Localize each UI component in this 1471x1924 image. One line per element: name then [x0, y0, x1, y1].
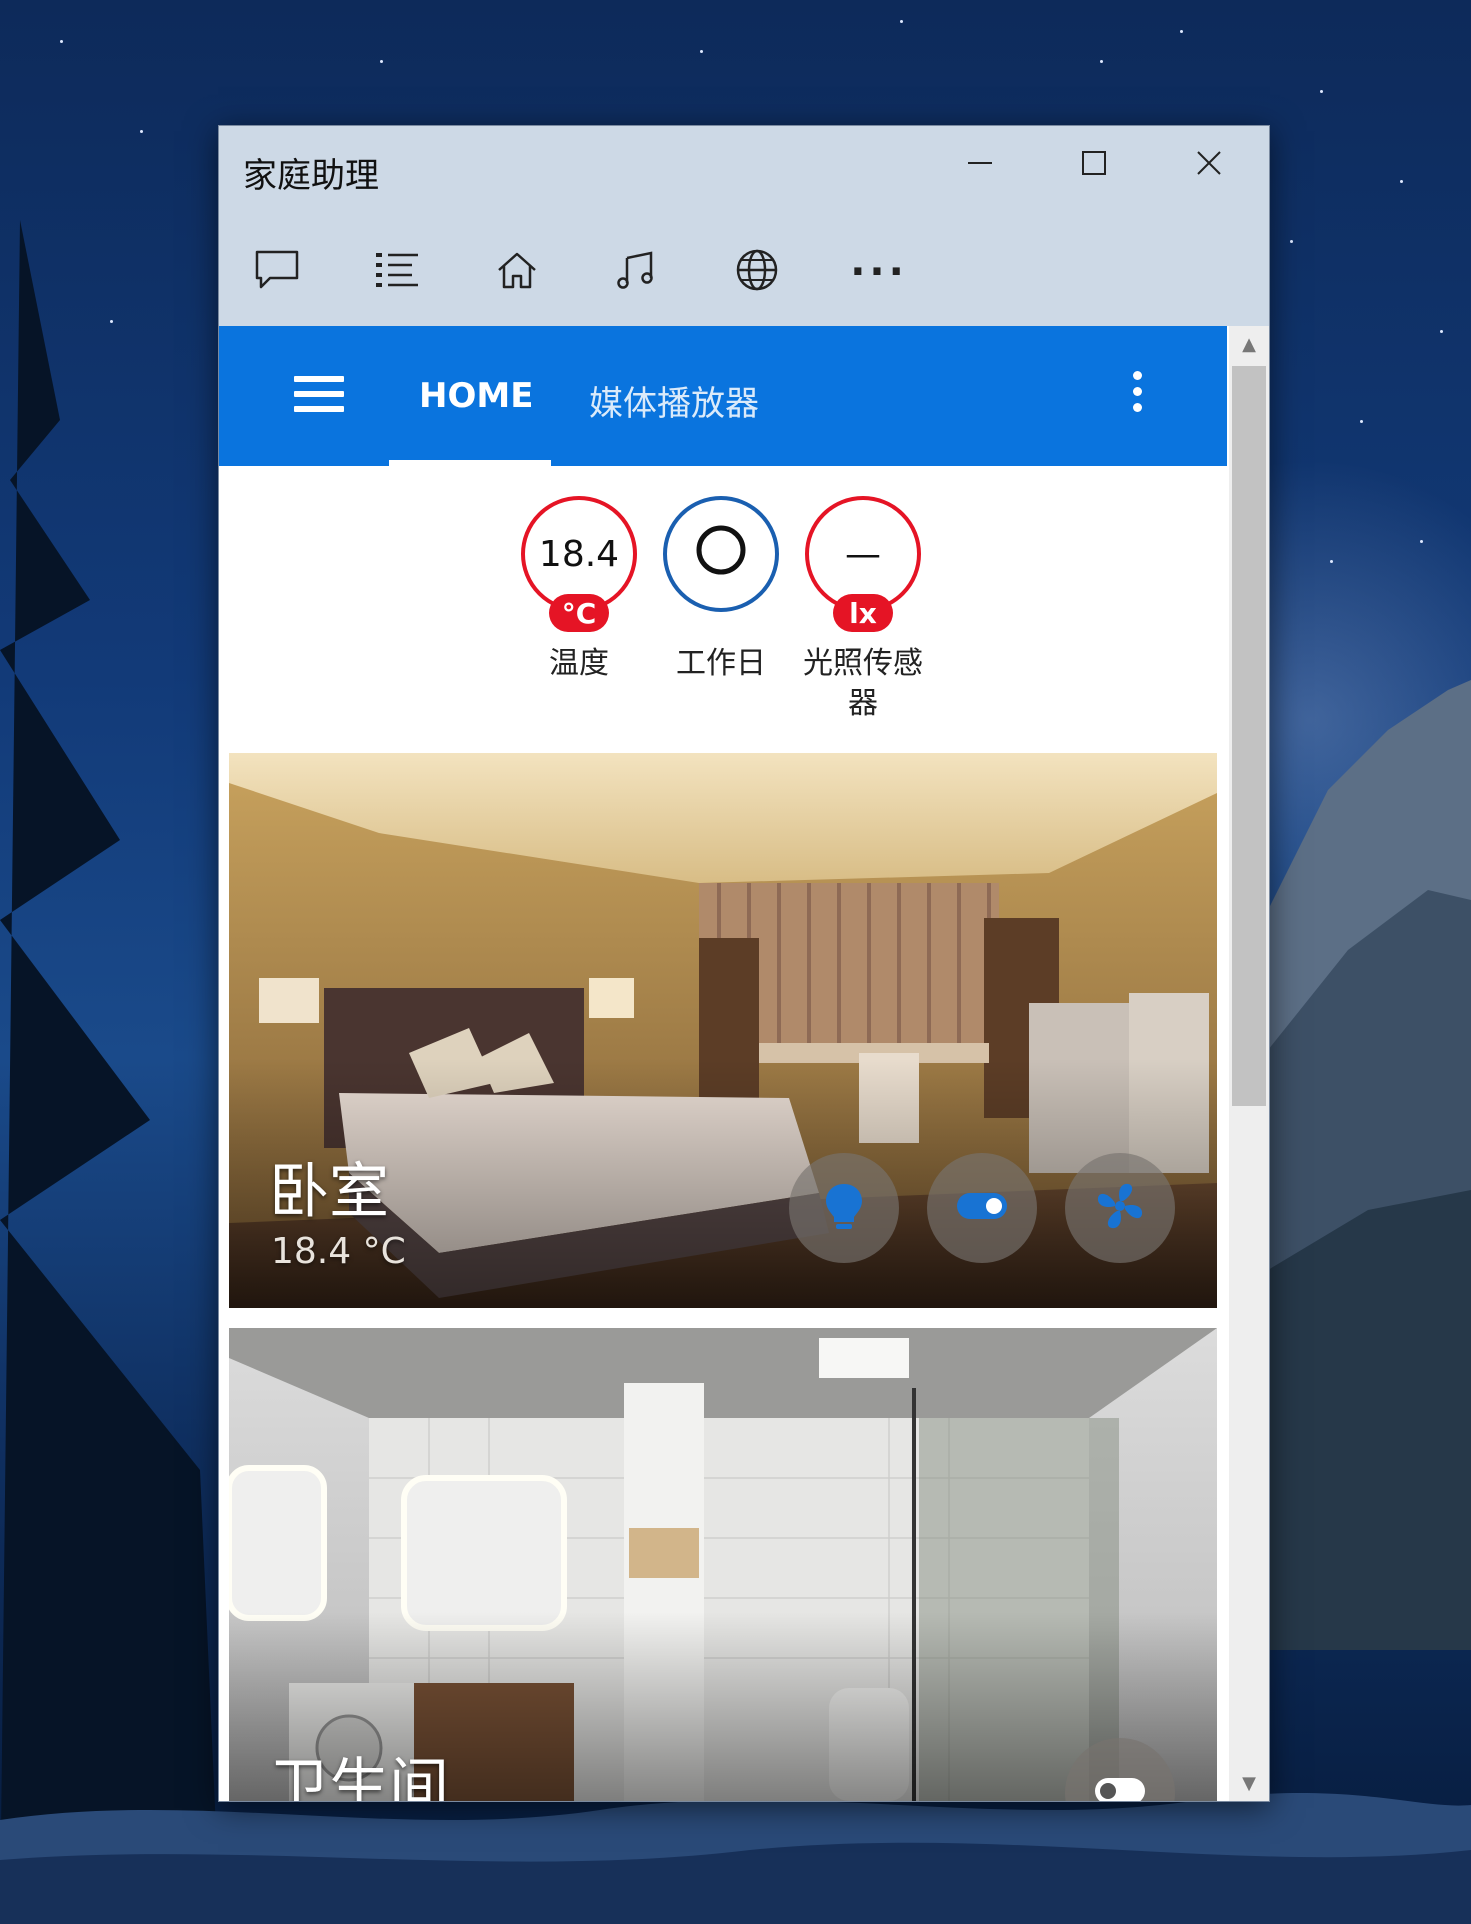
workday-badge[interactable]	[663, 496, 779, 612]
room-name: 卧室	[269, 1157, 389, 1227]
scroll-down-icon[interactable]: ▼	[1229, 1765, 1269, 1801]
home-button[interactable]	[477, 234, 557, 310]
badge-label: 工作日	[676, 646, 766, 681]
menu-icon	[294, 376, 344, 382]
list-button[interactable]	[357, 234, 437, 310]
toggle-icon	[1093, 1776, 1147, 1801]
room-temperature: 18.4 °C	[271, 1231, 406, 1272]
close-button[interactable]	[1164, 136, 1254, 196]
maximize-button[interactable]	[1049, 136, 1139, 196]
badge-unit: °C	[549, 594, 609, 632]
scroll-up-icon[interactable]: ▲	[1229, 326, 1269, 362]
room-card-bathroom[interactable]: 卫生间	[229, 1328, 1217, 1801]
overflow-menu-button[interactable]	[1127, 371, 1147, 421]
vertical-scrollbar[interactable]: ▲ ▼	[1229, 326, 1269, 1801]
circle-icon	[695, 524, 747, 585]
more-icon: ···	[850, 249, 908, 295]
tab-home[interactable]: HOME	[419, 376, 533, 416]
switch-toggle-button[interactable]	[927, 1153, 1037, 1263]
music-icon	[615, 250, 659, 294]
fan-toggle-button[interactable]	[1065, 1153, 1175, 1263]
badge-label: 光照传感器	[803, 646, 923, 721]
home-icon	[495, 250, 539, 294]
bathroom-photo	[229, 1328, 1217, 1801]
room-card-bedroom[interactable]: 卧室 18.4 °C	[229, 753, 1217, 1308]
more-button[interactable]: ···	[839, 234, 919, 310]
more-vertical-icon	[1132, 371, 1142, 380]
room-name: 卫生间	[269, 1752, 449, 1801]
list-icon	[374, 250, 420, 294]
light-bulb-icon	[820, 1180, 868, 1236]
badge-label: 温度	[549, 646, 609, 681]
close-icon	[1196, 149, 1222, 184]
chat-icon	[254, 248, 300, 296]
globe-icon	[735, 248, 779, 296]
minimize-icon	[967, 149, 993, 184]
globe-button[interactable]	[717, 234, 797, 310]
badge-value: 18.4	[538, 533, 620, 575]
title-bar: 家庭助理 ···	[219, 126, 1269, 326]
dashboard: HOME 媒体播放器 18.4 °C 温度 工作日 — lx 光照传感器 卧室 …	[219, 326, 1227, 1801]
toggle-icon	[955, 1191, 1009, 1225]
window-title: 家庭助理	[243, 156, 379, 196]
app-window: 家庭助理 ··· HOME 媒体播放器 18.4 °C 温度 工作日 — lx …	[218, 125, 1270, 1802]
menu-button[interactable]	[294, 376, 344, 416]
light-toggle-button[interactable]	[789, 1153, 899, 1263]
music-button[interactable]	[597, 234, 677, 310]
tab-media-player[interactable]: 媒体播放器	[589, 376, 759, 425]
badge-unit: lx	[833, 594, 893, 632]
badge-value: —	[845, 533, 881, 575]
app-header: HOME 媒体播放器	[219, 326, 1227, 466]
chat-button[interactable]	[237, 234, 317, 310]
minimize-button[interactable]	[935, 136, 1025, 196]
scroll-thumb[interactable]	[1232, 366, 1266, 1106]
active-tab-indicator	[389, 460, 551, 466]
fan-icon	[1093, 1179, 1147, 1237]
maximize-icon	[1081, 149, 1107, 184]
